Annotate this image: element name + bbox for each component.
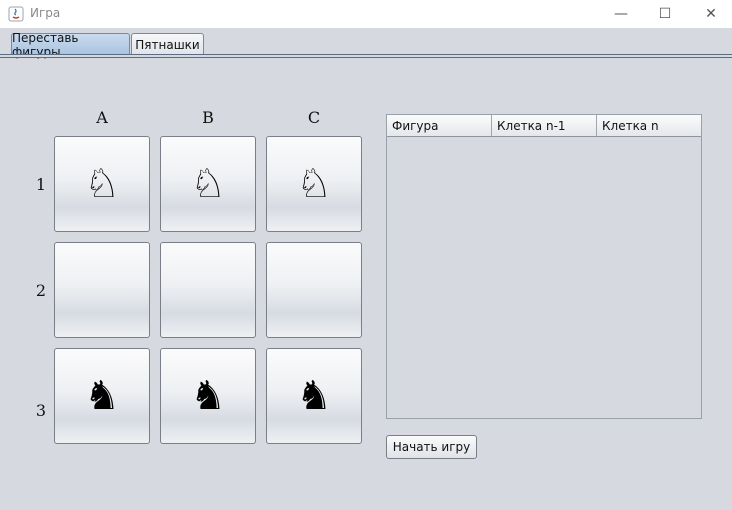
- java-app-icon: [8, 6, 24, 22]
- minimize-button[interactable]: —: [598, 0, 644, 28]
- row-label-2: 2: [35, 281, 47, 300]
- row-label-3: 3: [35, 401, 47, 420]
- cell-b1[interactable]: ♘: [160, 136, 256, 232]
- cell-a2[interactable]: [54, 242, 150, 338]
- window-title: Игра: [30, 6, 61, 20]
- start-game-button[interactable]: Начать игру: [386, 435, 477, 459]
- column-header-prev-cell[interactable]: Клетка n-1: [492, 115, 597, 136]
- maximize-button[interactable]: ☐: [642, 0, 688, 28]
- cell-b2[interactable]: [160, 242, 256, 338]
- row-label-1: 1: [35, 175, 47, 194]
- moves-table[interactable]: Фигура Клетка n-1 Клетка n: [386, 114, 702, 419]
- column-label-a: A: [96, 108, 108, 127]
- title-bar: Игра — ☐ ✕: [0, 0, 732, 28]
- cell-c3[interactable]: ♞: [266, 348, 362, 444]
- close-button[interactable]: ✕: [688, 0, 732, 28]
- column-label-c: C: [307, 108, 321, 127]
- cell-b3[interactable]: ♞: [160, 348, 256, 444]
- cell-c2[interactable]: [266, 242, 362, 338]
- cell-a1[interactable]: ♘: [54, 136, 150, 232]
- column-header-cell[interactable]: Клетка n: [597, 115, 701, 136]
- table-header: Фигура Клетка n-1 Клетка n: [387, 115, 701, 137]
- tab-fifteen-puzzle[interactable]: Пятнашки: [131, 33, 204, 55]
- column-label-b: B: [202, 108, 214, 127]
- cell-c1[interactable]: ♘: [266, 136, 362, 232]
- tab-separator: [0, 54, 732, 58]
- tab-rearrange-pieces[interactable]: Переставь фигуры: [11, 31, 130, 59]
- cell-a3[interactable]: ♞: [54, 348, 150, 444]
- column-header-piece[interactable]: Фигура: [387, 115, 492, 136]
